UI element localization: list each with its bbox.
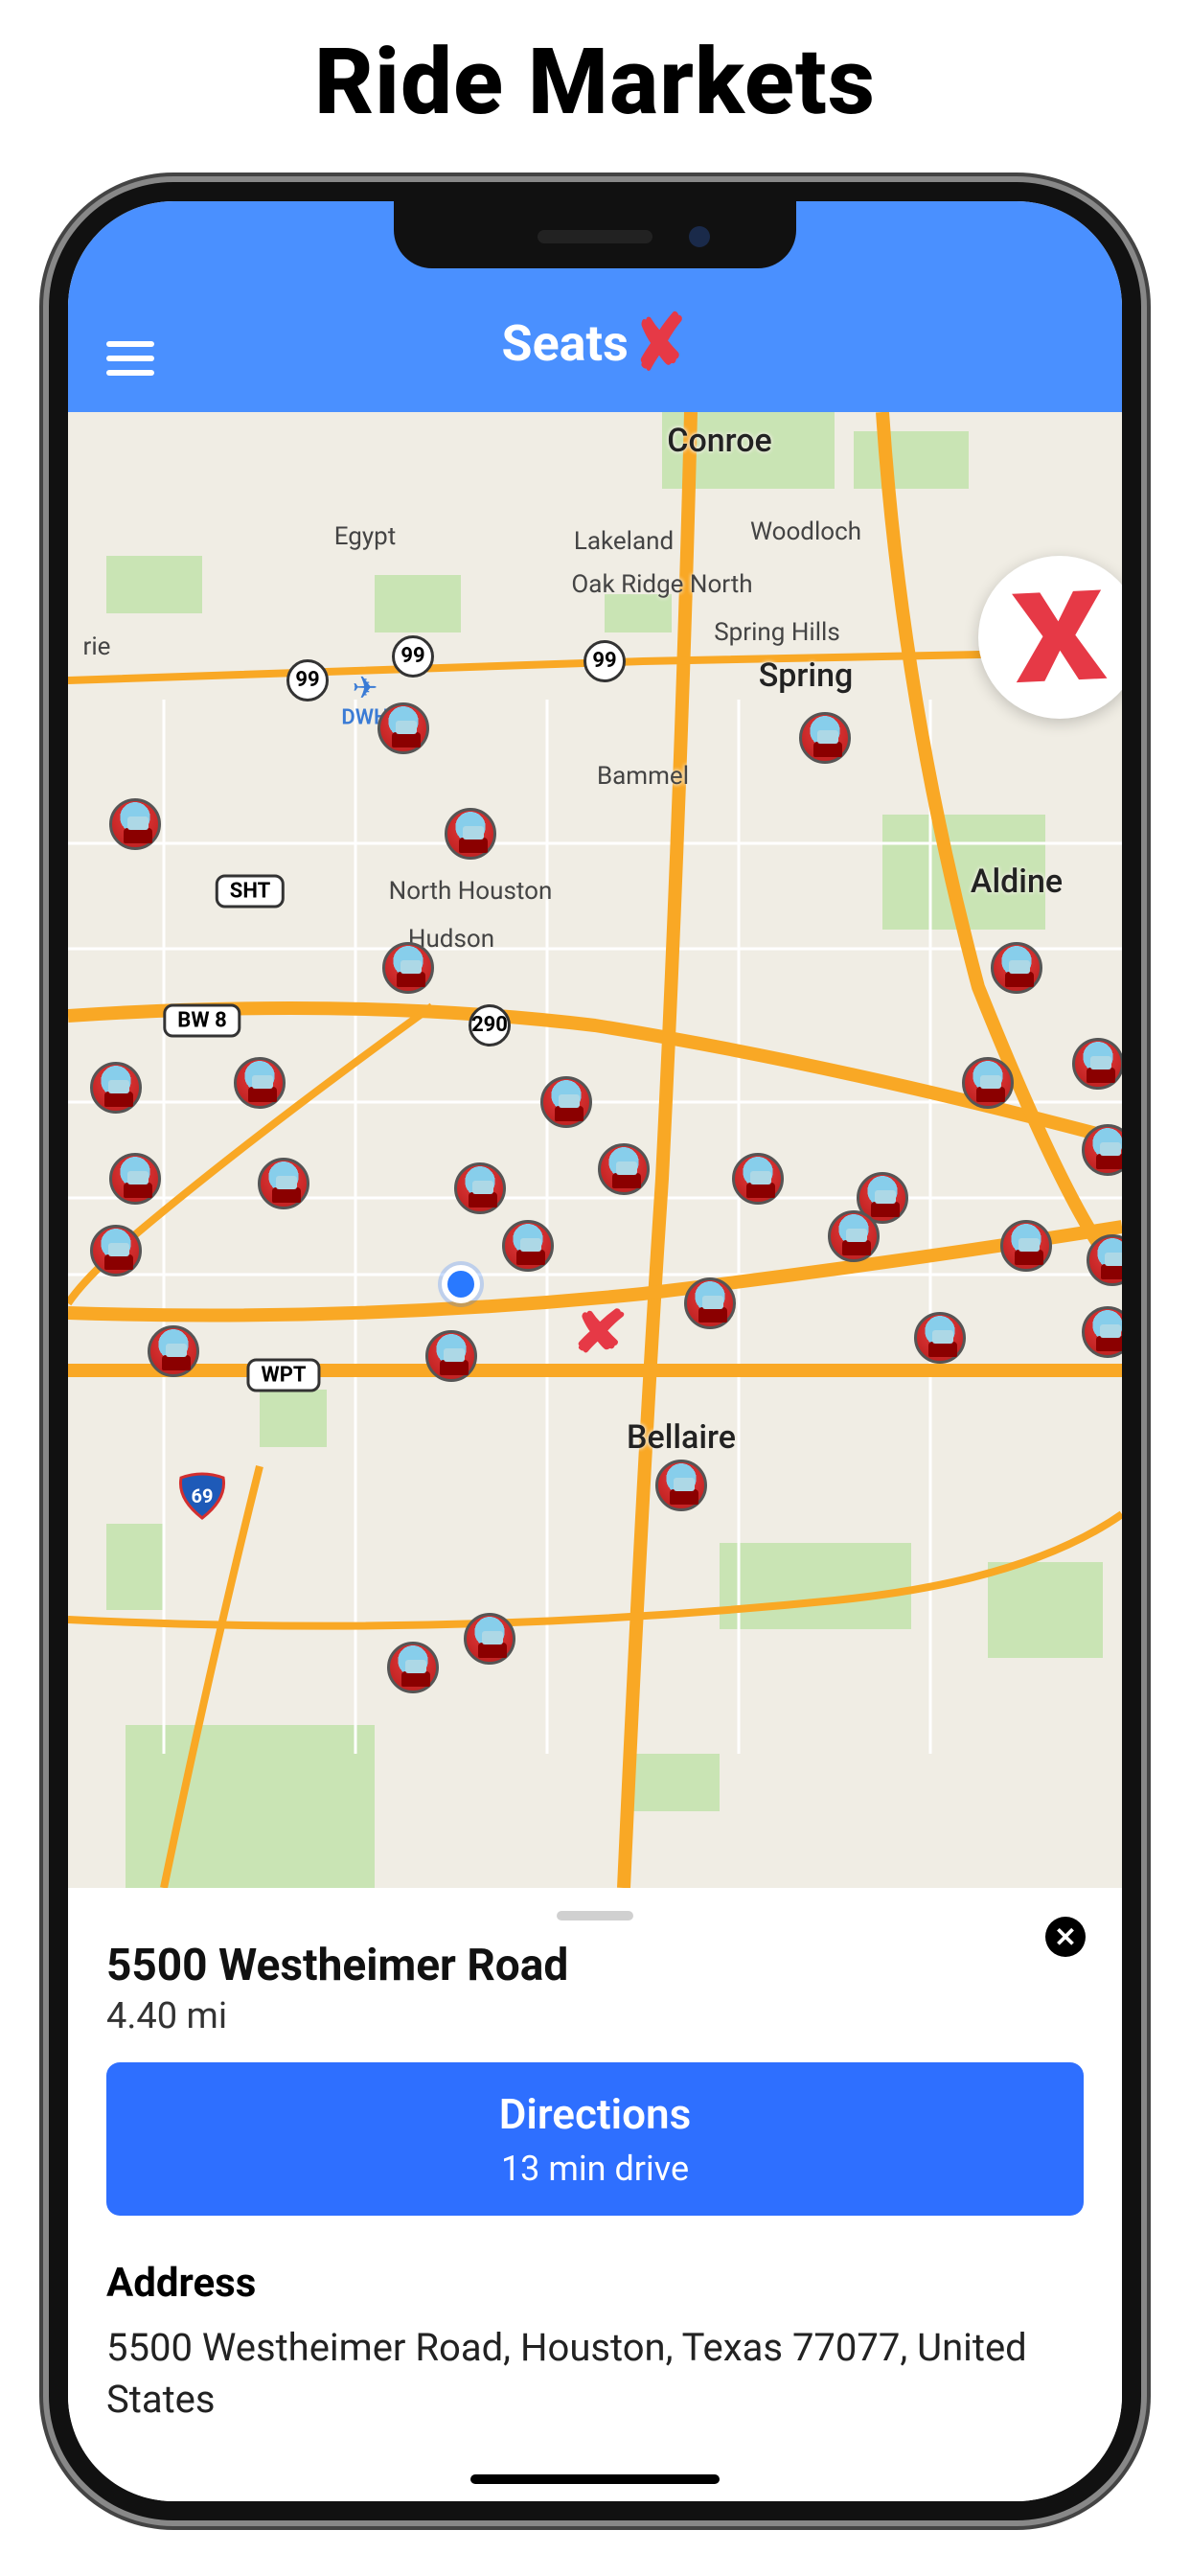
drive-time: 13 min drive: [501, 2149, 689, 2189]
map-place-label: rie: [83, 632, 111, 661]
ride-marker[interactable]: [1000, 1220, 1052, 1272]
map-place-label: Aldine: [971, 862, 1063, 901]
ride-marker[interactable]: [655, 1460, 707, 1511]
ride-marker[interactable]: [258, 1158, 309, 1209]
ride-marker[interactable]: [464, 1613, 515, 1665]
map-place-label: North Houston: [389, 877, 553, 906]
map-place-label: Lakeland: [574, 527, 674, 556]
road-badge: 290: [469, 1004, 511, 1046]
map-place-label: Oak Ridge North: [571, 570, 752, 599]
x-icon: X: [1010, 562, 1110, 712]
ride-marker[interactable]: [962, 1057, 1014, 1109]
ride-marker[interactable]: [598, 1143, 650, 1195]
user-location-dot: [442, 1265, 480, 1303]
phone-screen: Seats ✘: [68, 201, 1122, 2501]
map-place-label: Spring: [759, 656, 854, 695]
ride-marker[interactable]: [148, 1325, 199, 1377]
ride-marker[interactable]: [90, 1062, 142, 1114]
map-background: [68, 412, 1122, 1888]
ride-marker[interactable]: [387, 1642, 439, 1693]
interstate-shield: 69: [177, 1470, 227, 1520]
ride-marker[interactable]: [502, 1220, 554, 1272]
map-place-label: Bammel: [597, 762, 689, 791]
map-place-label: Egypt: [334, 522, 397, 551]
map-place-label: Woodloch: [750, 518, 861, 546]
location-title: 5500 Westheimer Road: [106, 1940, 1084, 1991]
ride-marker[interactable]: [234, 1057, 286, 1109]
selected-location-x-marker[interactable]: ✘: [571, 1299, 629, 1367]
map-place-label: Conroe: [667, 422, 772, 460]
map-place-label: Spring Hills: [714, 618, 840, 647]
app-logo-x-icon: ✘: [629, 297, 692, 390]
map-place-label: Bellaire: [627, 1418, 736, 1457]
ride-marker[interactable]: [991, 942, 1042, 994]
app-logo-text: Seats: [502, 314, 629, 373]
location-sheet[interactable]: ✕ 5500 Westheimer Road 4.40 mi Direction…: [68, 1888, 1122, 2501]
location-distance: 4.40 mi: [106, 1995, 1084, 2037]
device-notch: [394, 201, 796, 268]
ride-marker[interactable]: [425, 1330, 477, 1382]
road-badge: BW 8: [163, 1004, 240, 1038]
ride-marker[interactable]: [914, 1312, 966, 1364]
ride-marker[interactable]: [454, 1162, 506, 1214]
close-icon: ✕: [1054, 1921, 1076, 1953]
ride-marker[interactable]: [109, 1153, 161, 1205]
road-badge: 99: [392, 635, 434, 678]
ride-marker[interactable]: [90, 1225, 142, 1276]
directions-button[interactable]: Directions 13 min drive: [106, 2062, 1084, 2216]
directions-label: Directions: [133, 2089, 1057, 2139]
ride-marker[interactable]: [378, 702, 429, 754]
home-indicator[interactable]: [470, 2474, 720, 2484]
ride-marker[interactable]: [1072, 1038, 1122, 1090]
road-badge: 99: [286, 659, 329, 702]
address-heading: Address: [106, 2260, 1084, 2307]
phone-frame: Seats ✘: [49, 182, 1141, 2520]
road-badge: 99: [584, 640, 626, 682]
address-full: 5500 Westheimer Road, Houston, Texas 770…: [106, 2322, 1084, 2426]
ride-marker[interactable]: [828, 1210, 880, 1262]
svg-text:69: 69: [192, 1484, 214, 1507]
ride-marker[interactable]: [732, 1153, 784, 1205]
app-logo: Seats ✘: [502, 304, 689, 383]
ride-marker[interactable]: [445, 808, 496, 860]
road-badge: SHT: [216, 875, 285, 908]
ride-marker[interactable]: [109, 798, 161, 850]
ride-marker[interactable]: [540, 1076, 592, 1128]
close-button[interactable]: ✕: [1045, 1917, 1086, 1957]
sheet-drag-handle[interactable]: [557, 1911, 633, 1920]
page-title: Ride Markets: [0, 0, 1190, 146]
menu-button[interactable]: [106, 341, 154, 376]
map-view[interactable]: X Conroe Egypt Lakeland Woodloch Oak Ridge N…: [68, 412, 1122, 1888]
ride-marker[interactable]: [382, 942, 434, 994]
road-badge: WPT: [246, 1359, 320, 1392]
ride-marker[interactable]: [799, 712, 851, 764]
ride-marker[interactable]: [684, 1277, 736, 1329]
menu-icon: [106, 341, 154, 347]
